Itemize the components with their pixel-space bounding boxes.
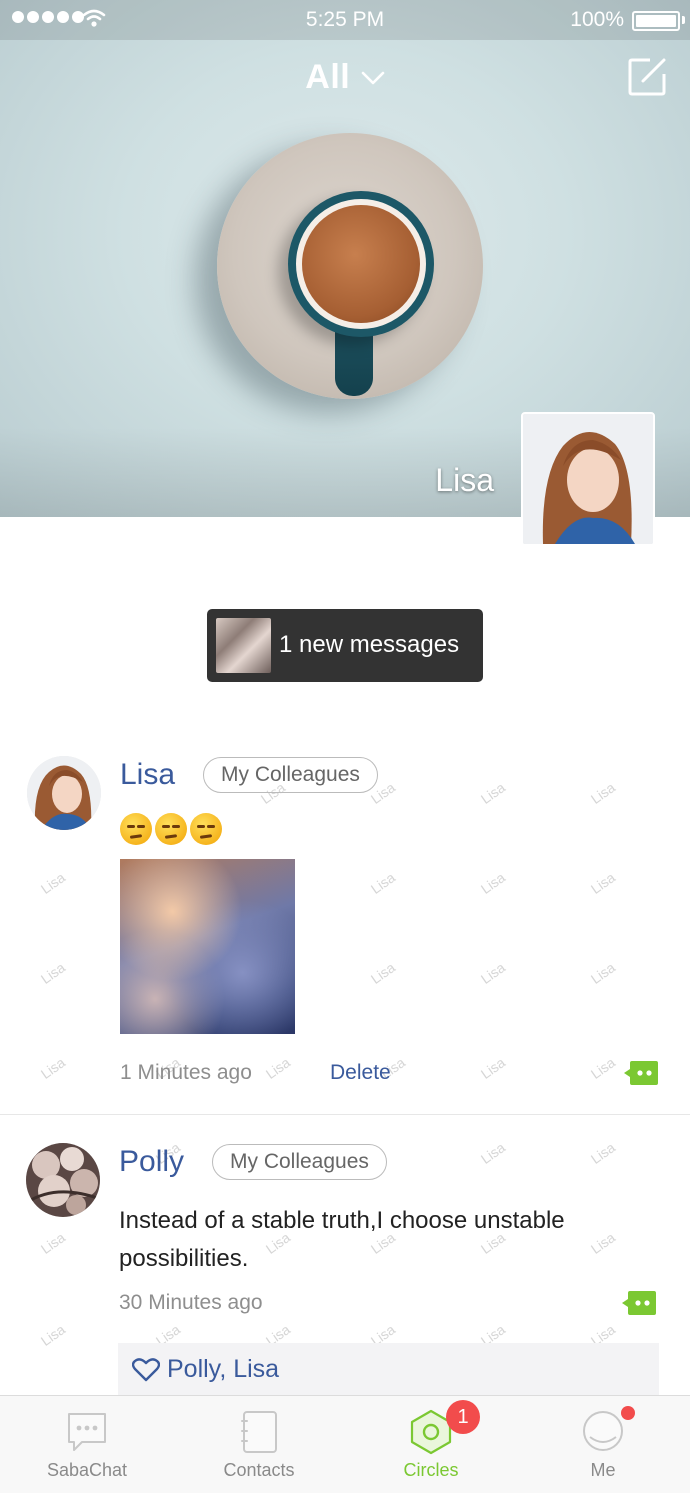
new-messages-text: 1 new messages	[279, 631, 460, 658]
tab-label: Circles	[403, 1460, 459, 1480]
post-content-text: Instead of a stable truth,I choose unsta…	[119, 1207, 565, 1272]
tab-label: Contacts	[223, 1460, 295, 1480]
battery-icon	[632, 11, 680, 31]
profile-bubble-icon	[583, 1411, 623, 1451]
battery-percentage: 100%	[570, 8, 624, 31]
post-divider	[0, 1114, 690, 1115]
smirk-emoji-icon	[120, 813, 152, 845]
post-time: 1 Minutes ago	[120, 1061, 252, 1084]
tab-label: Me	[590, 1460, 616, 1480]
avatar-portrait-icon	[523, 414, 653, 544]
comment-icon[interactable]	[624, 1061, 658, 1085]
toast-thumbnail	[216, 618, 271, 673]
page-title: All	[305, 58, 351, 96]
delete-button[interactable]: Delete	[330, 1061, 391, 1085]
feed-filter-dropdown[interactable]: All	[0, 58, 690, 97]
tab-label: SabaChat	[46, 1460, 128, 1480]
likes-names[interactable]: Polly, Lisa	[167, 1355, 279, 1384]
new-messages-notice[interactable]: 1 new messages	[207, 609, 483, 682]
post-avatar-polly[interactable]	[26, 1143, 100, 1217]
cover-user-name: Lisa	[435, 462, 494, 498]
avatar-blossom-icon	[26, 1143, 100, 1217]
tab-circles[interactable]: Circles 1	[345, 1396, 517, 1494]
post-emoji-row	[120, 813, 222, 845]
compose-icon[interactable]	[626, 56, 668, 98]
post-avatar-lisa[interactable]	[27, 756, 101, 830]
post-image-clouds[interactable]	[120, 859, 295, 1034]
tab-bar: SabaChat Contacts Circles 1 Me	[0, 1395, 690, 1493]
post-author-name[interactable]: Lisa	[120, 758, 175, 792]
smirk-emoji-icon	[155, 813, 187, 845]
address-book-icon	[241, 1411, 277, 1453]
notification-badge: 1	[446, 1400, 480, 1434]
post-time: 30 Minutes ago	[119, 1291, 263, 1314]
likes-panel: Polly, Lisa	[118, 1343, 659, 1395]
chevron-down-icon	[361, 71, 385, 84]
post-author-name[interactable]: Polly	[119, 1145, 184, 1179]
heart-icon	[132, 1358, 160, 1382]
post-group-tag[interactable]: My Colleagues	[203, 757, 378, 793]
smirk-emoji-icon	[190, 813, 222, 845]
status-bar: 5:25 PM 100%	[0, 0, 690, 40]
chat-icon	[68, 1413, 106, 1451]
cover-avatar[interactable]	[521, 412, 655, 546]
tab-me[interactable]: Me	[517, 1396, 689, 1494]
post-group-tag[interactable]: My Colleagues	[212, 1144, 387, 1180]
tab-contacts[interactable]: Contacts	[173, 1396, 345, 1494]
cover-coffee	[302, 205, 420, 323]
comment-icon[interactable]	[622, 1291, 656, 1315]
tab-sabachat[interactable]: SabaChat	[1, 1396, 173, 1494]
avatar-portrait-icon	[27, 756, 101, 830]
unread-dot	[621, 1406, 635, 1420]
